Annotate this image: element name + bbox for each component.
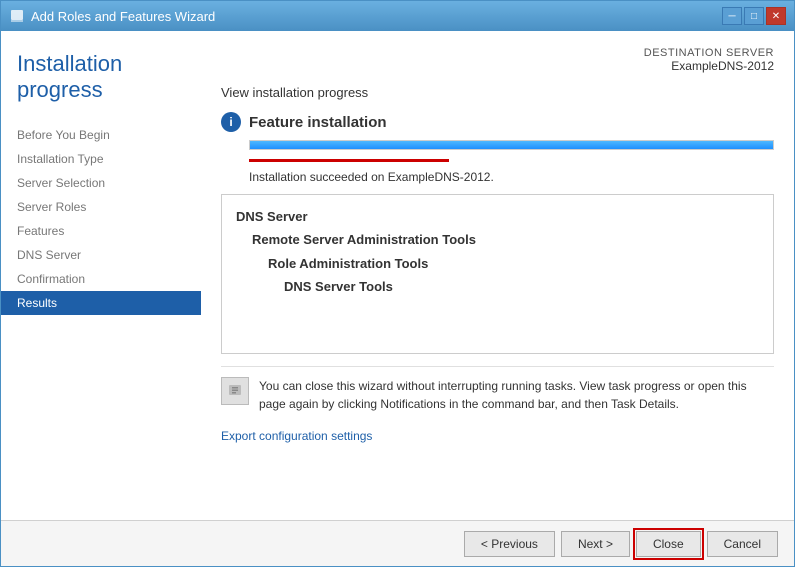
- progress-bar-fill: [250, 141, 773, 149]
- info-icon: i: [221, 112, 241, 132]
- notification-icon: [221, 377, 249, 405]
- installed-features-box: DNS Server Remote Server Administration …: [221, 194, 774, 354]
- sidebar-item-confirmation: Confirmation: [1, 267, 201, 291]
- title-bar: Add Roles and Features Wizard ─ □ ✕: [1, 1, 794, 31]
- feature-remote-admin-tools: Remote Server Administration Tools: [236, 228, 759, 251]
- main-content: Installation progress Before You Begin I…: [1, 31, 794, 520]
- feature-installation-title: Feature installation: [249, 114, 387, 131]
- button-bar: < Previous Next > Close Cancel: [1, 520, 794, 566]
- sidebar-nav: Before You Begin Installation Type Serve…: [1, 123, 201, 315]
- destination-server-name: ExampleDNS-2012: [221, 59, 774, 73]
- notification-text: You can close this wizard without interr…: [259, 377, 774, 413]
- wizard-window: Add Roles and Features Wizard ─ □ ✕ Inst…: [0, 0, 795, 567]
- sidebar-item-features: Features: [1, 219, 201, 243]
- previous-button[interactable]: < Previous: [464, 531, 555, 557]
- feature-dns-server: DNS Server: [236, 205, 759, 228]
- cancel-button[interactable]: Cancel: [707, 531, 778, 557]
- feature-dns-server-tools: DNS Server Tools: [236, 275, 759, 298]
- sidebar-item-before-you-begin: Before You Begin: [1, 123, 201, 147]
- feature-role-admin-tools: Role Administration Tools: [236, 252, 759, 275]
- window-title: Add Roles and Features Wizard: [31, 9, 215, 24]
- feature-header: i Feature installation: [221, 112, 774, 132]
- window-controls: ─ □ ✕: [722, 7, 786, 25]
- next-button[interactable]: Next >: [561, 531, 630, 557]
- page-title: Installation progress: [1, 51, 201, 123]
- sidebar-item-server-roles: Server Roles: [1, 195, 201, 219]
- content-area: DESTINATION SERVER ExampleDNS-2012 View …: [201, 31, 794, 520]
- window-close-button[interactable]: ✕: [766, 7, 786, 25]
- progress-bar-error-indicator: [249, 159, 449, 162]
- view-progress-label: View installation progress: [221, 85, 774, 100]
- sidebar-item-dns-server: DNS Server: [1, 243, 201, 267]
- title-bar-left: Add Roles and Features Wizard: [9, 8, 215, 24]
- close-button[interactable]: Close: [636, 531, 701, 557]
- progress-bar-container: [249, 140, 774, 150]
- maximize-button[interactable]: □: [744, 7, 764, 25]
- destination-server-info: DESTINATION SERVER ExampleDNS-2012: [221, 47, 774, 73]
- minimize-button[interactable]: ─: [722, 7, 742, 25]
- export-configuration-link[interactable]: Export configuration settings: [221, 429, 774, 443]
- sidebar-item-results: Results: [1, 291, 201, 315]
- notification-area: You can close this wizard without interr…: [221, 366, 774, 423]
- success-message: Installation succeeded on ExampleDNS-201…: [249, 170, 774, 184]
- destination-label: DESTINATION SERVER: [644, 47, 774, 59]
- sidebar-item-installation-type: Installation Type: [1, 147, 201, 171]
- feature-section: i Feature installation Installation succ…: [221, 112, 774, 184]
- wizard-icon: [9, 8, 25, 24]
- sidebar-item-server-selection: Server Selection: [1, 171, 201, 195]
- sidebar: Installation progress Before You Begin I…: [1, 31, 201, 520]
